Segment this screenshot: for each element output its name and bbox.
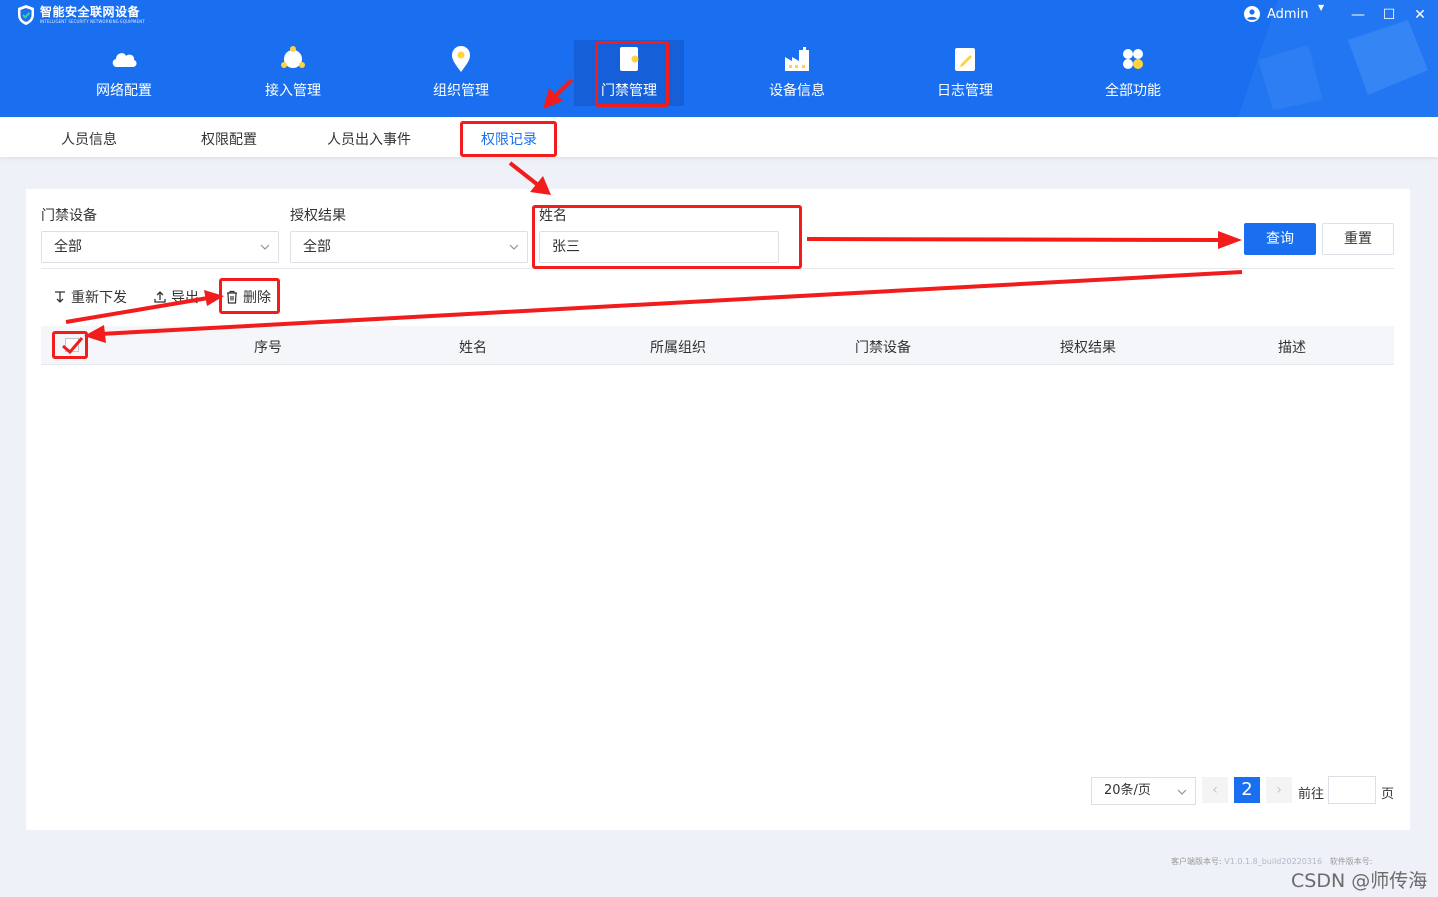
- maximize-icon[interactable]: ☐: [1382, 7, 1396, 23]
- nav-label: 日志管理: [937, 83, 993, 99]
- user-name: Admin: [1267, 6, 1309, 22]
- nav-label: 组织管理: [433, 83, 489, 99]
- column-header: 序号: [254, 340, 282, 356]
- tab-access-events[interactable]: 人员出入事件: [327, 129, 411, 149]
- client-version-label: 客户端版本号:: [1171, 857, 1222, 866]
- nav-all-functions[interactable]: 全部功能: [1078, 44, 1188, 100]
- annotation-box-name-field: [532, 205, 802, 269]
- table-header: 序号 姓名 所属组织 门禁设备 授权结果 描述: [41, 326, 1394, 365]
- query-button[interactable]: 查询: [1244, 223, 1316, 255]
- top-header: 智能安全联网设备 INTELLIGENT SECURITY NETWORKING…: [0, 0, 1438, 117]
- sub-tab-bar: 人员信息 权限配置 人员出入事件 权限记录: [0, 117, 1438, 157]
- upload-icon: [154, 291, 166, 303]
- chevron-down-icon: [1177, 789, 1187, 795]
- resend-icon: [55, 291, 65, 303]
- tab-person-info[interactable]: 人员信息: [61, 129, 117, 149]
- device-select-value: 全部: [54, 239, 82, 255]
- annotation-box-select-all: [52, 331, 88, 359]
- resend-label: 重新下发: [71, 290, 127, 306]
- device-filter-label: 门禁设备: [41, 208, 97, 224]
- current-page-button[interactable]: 2: [1234, 777, 1260, 803]
- annotation-box-permission-records: [460, 121, 557, 157]
- user-menu[interactable]: Admin: [1244, 6, 1308, 22]
- tab-permission-config[interactable]: 权限配置: [201, 129, 257, 149]
- nav-org-management[interactable]: 组织管理: [406, 44, 516, 100]
- result-select-value: 全部: [303, 239, 331, 255]
- annotation-box-access-control: [595, 41, 669, 107]
- app-brand: 智能安全联网设备 INTELLIGENT SECURITY NETWORKING…: [16, 4, 145, 26]
- watermark: CSDN @师传海: [1291, 870, 1428, 892]
- goto-page-input[interactable]: [1328, 776, 1376, 804]
- page-suffix-label: 页: [1381, 787, 1395, 802]
- cloud-icon: [112, 53, 137, 67]
- log-edit-icon: [955, 48, 975, 71]
- apps-grid-icon: [1123, 49, 1143, 69]
- nav-label: 接入管理: [265, 83, 321, 99]
- result-filter-label: 授权结果: [290, 208, 346, 224]
- goto-label: 前往: [1298, 787, 1325, 802]
- resend-button[interactable]: 重新下发: [53, 287, 127, 307]
- user-dropdown-caret-icon[interactable]: ▼: [1318, 3, 1324, 12]
- page-size-value: 20条/页: [1104, 783, 1151, 798]
- location-pin-icon: [452, 46, 470, 72]
- chevron-down-icon: [260, 244, 270, 250]
- minimize-icon[interactable]: —: [1351, 7, 1365, 23]
- network-nodes-icon: [281, 46, 305, 68]
- client-version: V1.0.1.8_build20220316: [1224, 857, 1323, 866]
- nav-log-management[interactable]: 日志管理: [910, 44, 1020, 100]
- export-label: 导出: [171, 290, 199, 306]
- column-header: 门禁设备: [855, 340, 911, 356]
- result-select[interactable]: 全部: [290, 231, 528, 263]
- nav-label: 全部功能: [1105, 83, 1161, 99]
- app-subtitle: INTELLIGENT SECURITY NETWORKING EQUIPMEN…: [40, 19, 145, 24]
- column-header: 授权结果: [1060, 340, 1116, 356]
- software-version-label: 软件版本号:: [1329, 857, 1373, 866]
- nav-label: 网络配置: [96, 83, 152, 99]
- user-avatar-icon: [1244, 6, 1260, 22]
- app-title: 智能安全联网设备: [40, 5, 141, 19]
- page-size-select[interactable]: 20条/页: [1091, 777, 1196, 805]
- nav-device-info[interactable]: 设备信息: [742, 44, 852, 100]
- nav-network-config[interactable]: 网络配置: [69, 44, 179, 100]
- next-page-button[interactable]: ›: [1266, 777, 1292, 803]
- shield-logo-icon: [18, 5, 34, 25]
- column-header: 描述: [1278, 340, 1306, 356]
- column-header: 所属组织: [650, 340, 706, 356]
- nav-access-management[interactable]: 接入管理: [238, 44, 348, 100]
- export-button[interactable]: 导出: [153, 287, 199, 307]
- factory-icon: [785, 47, 809, 71]
- column-header: 姓名: [459, 340, 487, 356]
- nav-label: 设备信息: [769, 83, 825, 99]
- prev-page-button[interactable]: ‹: [1202, 777, 1228, 803]
- annotation-box-delete: [219, 278, 280, 314]
- chevron-down-icon: [509, 244, 519, 250]
- reset-button[interactable]: 重置: [1322, 223, 1394, 255]
- close-icon[interactable]: ✕: [1413, 7, 1427, 23]
- device-select[interactable]: 全部: [41, 231, 279, 263]
